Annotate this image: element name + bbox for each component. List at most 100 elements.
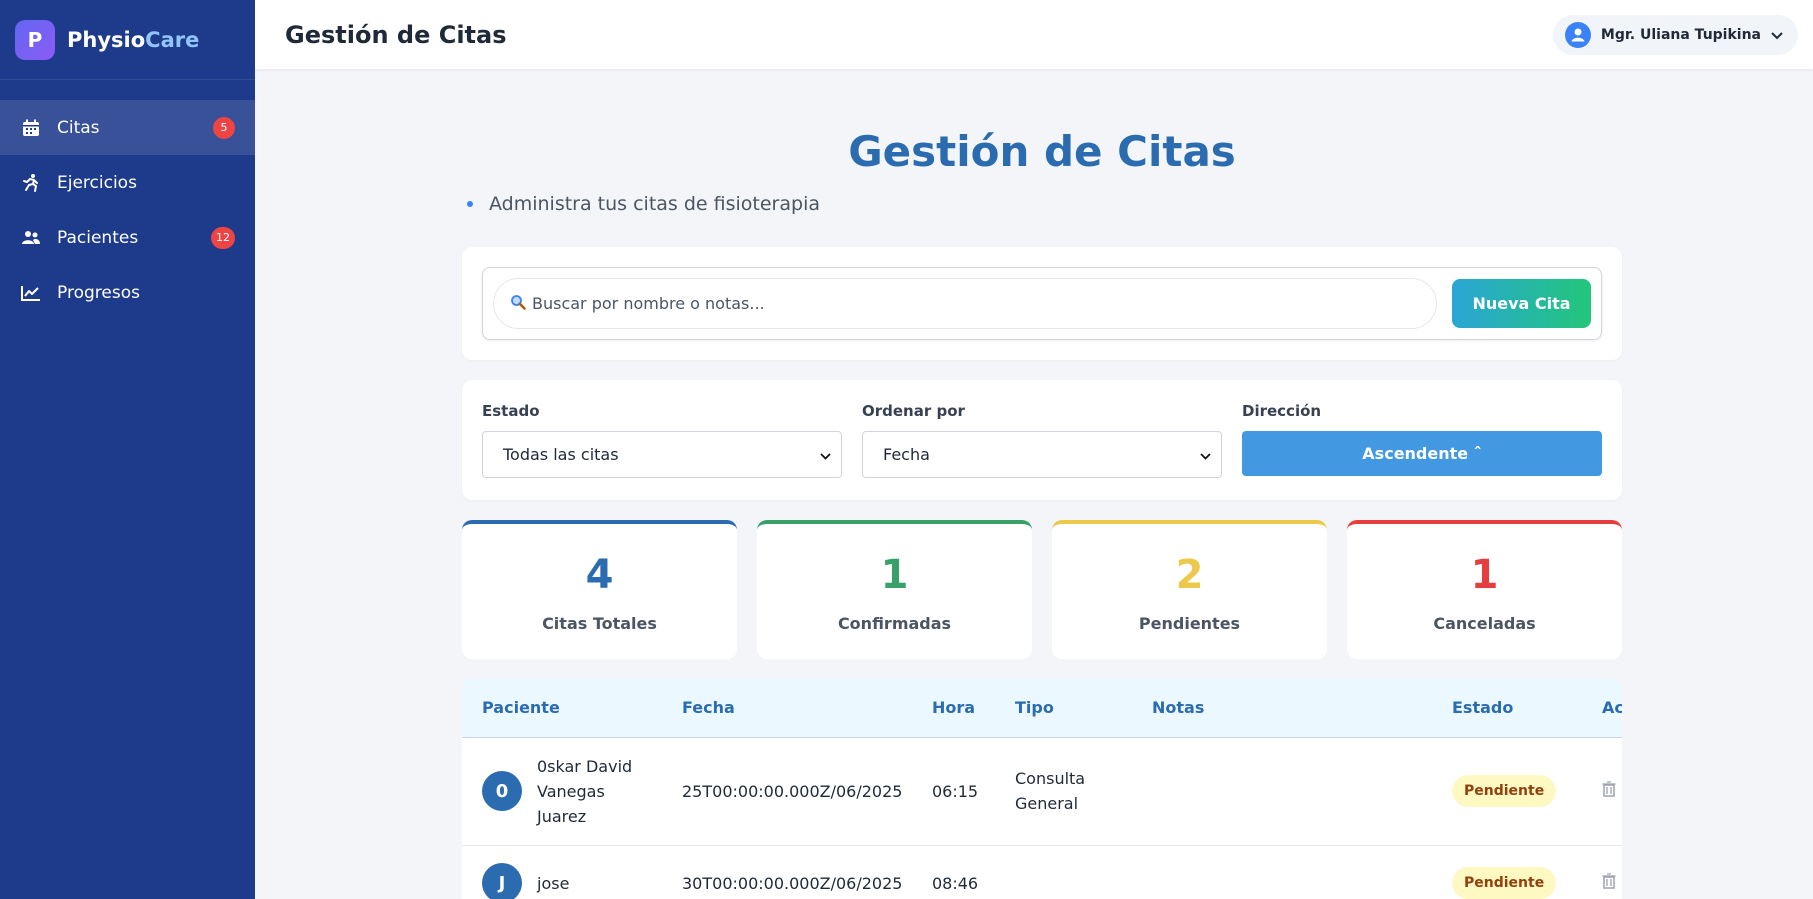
brand-name-part1: Physio [67,27,146,52]
trash-icon[interactable] [1602,781,1616,801]
filter-estado: Estado Todas las citas [482,400,842,480]
stat-label: Citas Totales [542,614,657,633]
sidebar-item-progresos[interactable]: Progresos [0,265,255,320]
user-avatar-icon [1564,21,1591,48]
notas-cell [1132,845,1432,899]
filter-label: Estado [482,402,540,420]
patient-avatar: 0 [482,771,522,811]
page-title: Gestión de Citas [848,127,1236,176]
stat-card-pendientes: 2 Pendientes [1052,520,1327,659]
stats-row: 4 Citas Totales 1 Confirmadas 2 Pendient… [462,520,1622,659]
appointments-table: Paciente Fecha Hora Tipo Notas Estado Ac… [462,679,1622,899]
actions-cell [1582,845,1622,899]
sidebar-item-label: Progresos [57,282,140,303]
estado-select[interactable]: Todas las citas [482,431,842,478]
subtitle-text: Administra tus citas de fisioterapia [489,193,820,215]
select-value: Todas las citas [503,445,619,464]
chart-line-icon [20,282,42,304]
brand[interactable]: P PhysioCare [0,0,255,80]
filters-card: Estado Todas las citas Ordenar por Fecha… [462,380,1622,500]
filter-direccion: Dirección Ascendente ˆ [1242,400,1602,480]
stat-label: Canceladas [1433,614,1536,633]
paciente-cell: 0 0skar David Vanegas Juarez [462,737,662,846]
column-header[interactable]: Tipo [995,679,1132,738]
chevron-down-icon [1771,25,1783,44]
sidebar: P PhysioCare Citas 5 Ejercicios Paciente… [0,0,255,899]
patient-name: jose [537,873,570,893]
stat-value: 2 [1175,552,1204,598]
tipo-cell [995,845,1132,899]
running-icon [20,172,42,194]
column-header[interactable]: Paciente [462,679,662,738]
stat-label: Confirmadas [837,614,952,633]
new-appointment-button[interactable]: Nueva Cita [1452,279,1591,328]
paciente-cell: J jose [462,845,662,899]
column-header[interactable]: Hora [912,679,995,738]
brand-name-part2: Care [145,27,200,52]
stat-value: 1 [1470,552,1499,598]
hora-cell: 08:46 [912,845,995,899]
select-value: Fecha [883,445,930,464]
column-header[interactable]: Estado [1432,679,1582,738]
orden-select[interactable]: Fecha [862,431,1222,478]
calendar-icon [20,117,42,139]
stat-label: Pendientes [1138,614,1241,633]
chevron-down-icon [1200,445,1211,464]
hora-cell: 06:15 [912,737,995,846]
table-header-row: Paciente Fecha Hora Tipo Notas Estado Ac [462,679,1622,738]
tipo-cell: Consulta General [995,737,1132,846]
brand-name: PhysioCare [67,28,199,52]
search-icon [510,294,526,314]
estado-cell: Pendiente [1432,737,1582,846]
column-header[interactable]: Fecha [662,679,912,738]
main-content: Gestión de Citas Administra tus citas de… [462,69,1622,899]
page-subtitle: Administra tus citas de fisioterapia [462,191,1622,217]
stat-card-confirmadas: 1 Confirmadas [757,520,1032,659]
sidebar-item-label: Pacientes [57,227,139,248]
sidebar-item-pacientes[interactable]: Pacientes 12 [0,210,255,265]
patient-avatar: J [482,863,522,899]
sidebar-item-label: Ejercicios [57,172,137,193]
tipo-text: Consulta General [1015,769,1086,813]
fecha-cell: 30T00:00:00.000Z/06/2025 [662,845,912,899]
patient-name: 0skar David Vanegas Juarez [537,756,633,826]
chevron-down-icon [820,445,831,464]
sidebar-item-ejercicios[interactable]: Ejercicios [0,155,255,210]
filter-orden: Ordenar por Fecha [862,400,1222,480]
direction-button[interactable]: Ascendente ˆ [1242,431,1602,476]
filter-label: Dirección [1242,402,1322,420]
table-row[interactable]: 0 0skar David Vanegas Juarez 25T00:00:00… [462,737,1622,846]
trash-icon[interactable] [1602,873,1616,893]
user-menu[interactable]: Mgr. Uliana Tupikina [1552,14,1798,55]
notas-cell [1132,737,1432,846]
header-title: Gestión de Citas [285,20,507,49]
filter-label: Ordenar por [862,402,965,420]
stat-card-total: 4 Citas Totales [462,520,737,659]
sidebar-item-citas[interactable]: Citas 5 [0,100,255,155]
sidebar-item-label: Citas [57,117,100,138]
user-name: Mgr. Uliana Tupikina [1600,26,1761,43]
actions-cell [1582,737,1622,846]
sidebar-nav: Citas 5 Ejercicios Pacientes 12 Progreso… [0,100,255,320]
stat-value: 1 [880,552,909,598]
status-badge: Pendiente [1452,867,1557,899]
search-bar: Nueva Cita [482,267,1602,340]
column-header[interactable]: Notas [1132,679,1432,738]
brand-logo: P [15,19,55,60]
stat-card-canceladas: 1 Canceladas [1347,520,1622,659]
search-box[interactable] [493,278,1437,329]
sidebar-item-badge: 12 [211,226,235,249]
search-input[interactable] [532,294,1436,313]
stat-value: 4 [585,552,614,598]
bullet-icon [467,201,473,207]
topbar: Gestión de Citas Mgr. Uliana Tupikina [255,0,1813,69]
fecha-cell: 25T00:00:00.000Z/06/2025 [662,737,912,846]
column-header[interactable]: Ac [1582,679,1622,738]
appointments-table-card: Paciente Fecha Hora Tipo Notas Estado Ac… [462,679,1622,899]
users-icon [20,227,42,249]
table-row[interactable]: J jose 30T00:00:00.000Z/06/2025 08:46 Pe… [462,845,1622,899]
status-badge: Pendiente [1452,775,1557,807]
search-card: Nueva Cita [462,247,1622,360]
sidebar-item-badge: 5 [213,116,235,139]
estado-cell: Pendiente [1432,845,1582,899]
